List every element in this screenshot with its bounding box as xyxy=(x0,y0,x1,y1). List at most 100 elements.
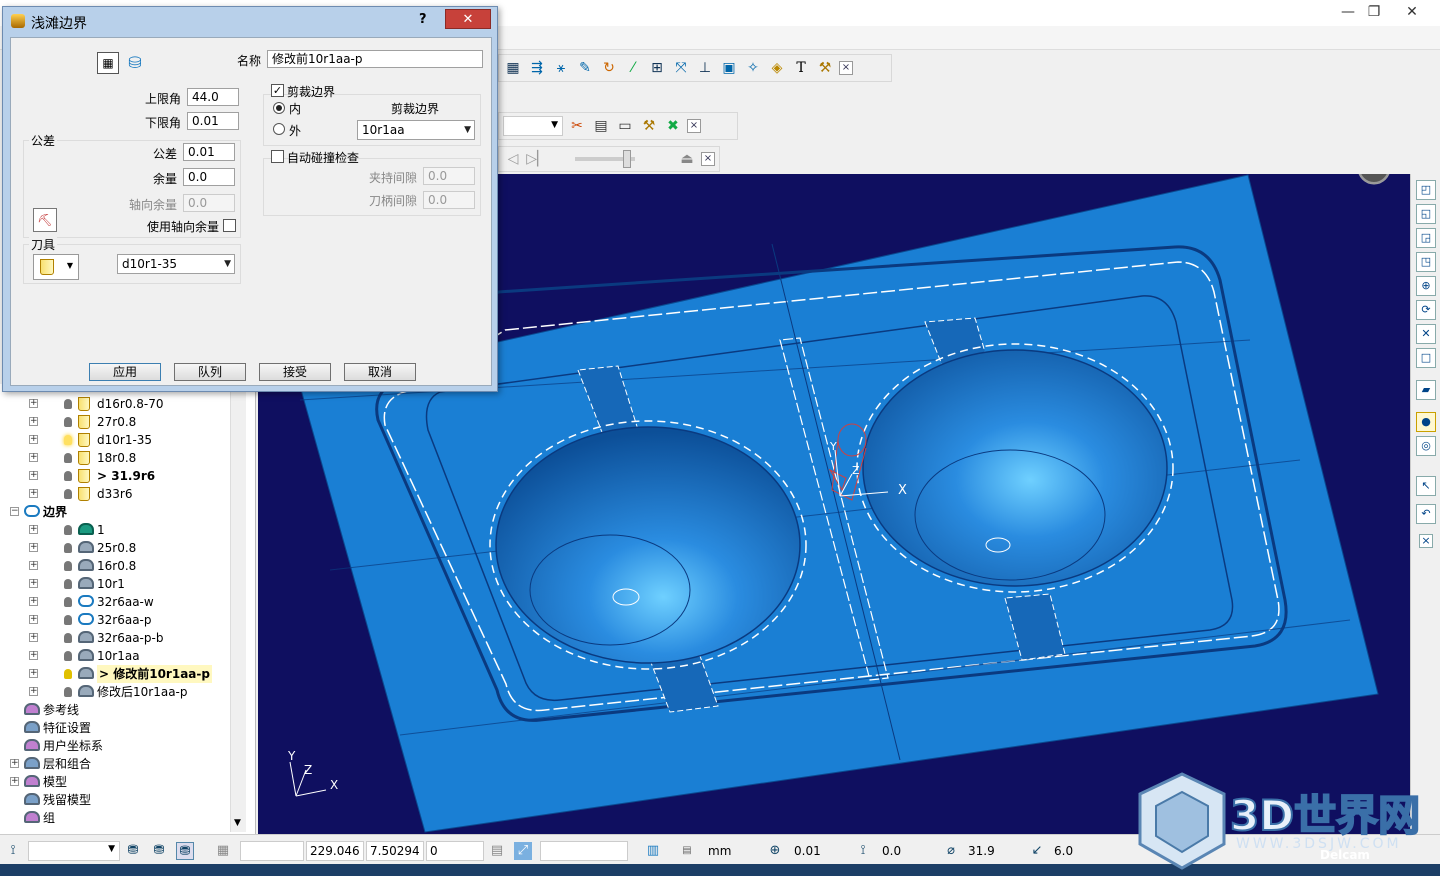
inside-radio[interactable] xyxy=(273,102,285,114)
tool-icon[interactable]: ⚒ xyxy=(815,58,835,78)
grid-icon[interactable]: ⊞ xyxy=(647,58,667,78)
snap-icon[interactable]: ⤢ xyxy=(514,842,532,860)
tree-item[interactable]: + 修改后10r1aa-p xyxy=(0,683,228,701)
accept-button[interactable]: 接受 xyxy=(259,363,331,381)
apply-button[interactable]: 应用 xyxy=(89,363,161,381)
pattern-icon[interactable]: ⚹ xyxy=(551,58,571,78)
select-cursor-icon[interactable]: ↖ xyxy=(1416,476,1436,496)
view-side-icon[interactable]: ◲ xyxy=(1416,228,1436,248)
tree-expand-icon[interactable]: + xyxy=(29,597,38,606)
name-field[interactable]: 修改前10r1aa-p xyxy=(267,50,483,68)
visibility-bulb-icon[interactable] xyxy=(64,417,72,427)
star-icon[interactable]: ✧ xyxy=(743,58,763,78)
queue-button[interactable]: 队列 xyxy=(174,363,246,381)
visibility-bulb-icon[interactable] xyxy=(64,399,72,409)
tree-expand-icon[interactable]: + xyxy=(29,543,38,552)
tree-expand-icon[interactable]: + xyxy=(29,453,38,462)
visibility-bulb-icon[interactable] xyxy=(64,525,72,535)
block-icon[interactable]: ▣ xyxy=(719,58,739,78)
cancel-button[interactable]: 取消 xyxy=(344,363,416,381)
minimize-button[interactable]: — xyxy=(1334,2,1362,22)
tree-expand-icon[interactable]: + xyxy=(29,687,38,696)
view-toolbar-close-icon[interactable]: × xyxy=(1419,534,1433,548)
tree-item[interactable]: +用户坐标系 xyxy=(0,737,228,755)
tree-item[interactable]: + d16r0.8-70 xyxy=(0,395,228,413)
tree-expand-icon[interactable]: + xyxy=(29,525,38,534)
tool-holder-icon[interactable]: ⚒ xyxy=(639,116,659,136)
table-icon[interactable]: ▤ xyxy=(488,842,506,860)
toolbar-close-icon[interactable]: × xyxy=(839,61,853,75)
collision-icon[interactable]: ✖ xyxy=(663,116,683,136)
tree-expand-icon[interactable]: + xyxy=(29,435,38,444)
visibility-bulb-icon[interactable] xyxy=(64,579,72,589)
tree-scrollbar[interactable]: ▼ xyxy=(230,392,246,832)
tree-item[interactable]: + 模型 xyxy=(0,773,228,791)
view-iso-icon[interactable]: ◰ xyxy=(1416,180,1436,200)
view-fit-icon[interactable]: ✕ xyxy=(1416,324,1436,344)
grid-icon[interactable]: ▦ xyxy=(214,842,232,860)
shank-clearance-field[interactable]: 0.0 xyxy=(423,191,475,209)
tree-item[interactable]: +16r0.8 xyxy=(0,557,228,575)
visibility-bulb-icon[interactable] xyxy=(64,435,72,445)
tree-expand-icon[interactable]: + xyxy=(29,561,38,570)
toolbar-combo[interactable]: ▼ xyxy=(503,116,563,136)
ruler-icon[interactable]: ▭ xyxy=(615,116,635,136)
tree-item[interactable]: + 层和组合 xyxy=(0,755,228,773)
tree-item[interactable]: +1 xyxy=(0,521,228,539)
view-top-icon[interactable]: ◳ xyxy=(1416,252,1436,272)
text-icon[interactable]: T xyxy=(791,58,811,78)
y-coordinate-field[interactable]: 7.50294 xyxy=(366,841,424,861)
undo-select-icon[interactable]: ↶ xyxy=(1416,504,1436,524)
model-select-icon[interactable]: ⛃ xyxy=(124,842,142,860)
tree-expand-icon[interactable]: + xyxy=(29,399,38,408)
visibility-bulb-icon[interactable] xyxy=(64,561,72,571)
visibility-bulb-icon[interactable] xyxy=(64,597,72,607)
tree-item[interactable]: + d33r6 xyxy=(0,485,228,503)
tree-item[interactable]: +组 xyxy=(0,809,228,827)
thickness-settings-icon[interactable]: ⛏ xyxy=(33,208,57,232)
axis-toggle-icon[interactable]: ▥ xyxy=(644,842,662,860)
visibility-bulb-icon[interactable] xyxy=(64,489,72,499)
eject-icon[interactable]: ⏏ xyxy=(677,149,697,169)
maximize-button[interactable]: ❐ xyxy=(1360,2,1388,22)
boundary-type-icon[interactable]: ⛁ xyxy=(124,52,146,74)
delete-toolpath-icon[interactable]: ✂ xyxy=(567,116,587,136)
toolpath-icon[interactable]: ⇶ xyxy=(527,58,547,78)
tree-item[interactable]: + > 修改前10r1aa-p xyxy=(0,665,228,683)
edit-icon[interactable]: ✎ xyxy=(575,58,595,78)
shaded-icon[interactable]: ▰ xyxy=(1416,380,1436,400)
visibility-bulb-icon[interactable] xyxy=(64,633,72,643)
tree-item[interactable]: +参考线 xyxy=(0,701,228,719)
tree-item[interactable]: + > 31.9r6 xyxy=(0,467,228,485)
view-refresh-icon[interactable]: ⟳ xyxy=(1416,300,1436,320)
tree-item[interactable]: +残留模型 xyxy=(0,791,228,809)
tree-expand-icon[interactable]: + xyxy=(29,579,38,588)
tree-item[interactable]: +32r6aa-p xyxy=(0,611,228,629)
tree-expand-icon[interactable]: + xyxy=(29,669,38,678)
tree-expand-icon[interactable]: + xyxy=(29,615,38,624)
upper-angle-field[interactable]: 44.0 xyxy=(187,88,239,106)
line-icon[interactable]: ⁄ xyxy=(623,58,643,78)
sphere-shade-icon[interactable]: ● xyxy=(1416,412,1436,432)
tool-select[interactable]: d10r1-35 ▼ xyxy=(117,254,235,274)
skip-end-icon[interactable]: ▷▏ xyxy=(526,149,548,169)
skip-back-icon[interactable]: ◁ xyxy=(503,149,523,169)
tree-item[interactable]: +25r0.8 xyxy=(0,539,228,557)
toolbar-close-icon[interactable]: × xyxy=(701,152,715,166)
view-box-icon[interactable]: □ xyxy=(1416,348,1436,368)
tree-item[interactable]: +10r1aa xyxy=(0,647,228,665)
use-axial-checkbox[interactable] xyxy=(223,219,236,232)
tolerance-field[interactable]: 0.01 xyxy=(183,143,235,161)
tree-expand-icon[interactable]: + xyxy=(29,471,38,480)
trim-boundary-checkbox[interactable]: ✓ xyxy=(271,84,284,97)
tool-type-button[interactable]: ▼ xyxy=(33,254,79,280)
help-button[interactable]: ? xyxy=(419,12,427,27)
dialog-titlebar[interactable]: 浅滩边界 ? ✕ xyxy=(3,7,497,37)
speed-slider[interactable] xyxy=(575,150,635,168)
wireframe-icon[interactable]: ◎ xyxy=(1416,436,1436,456)
visibility-bulb-icon[interactable] xyxy=(64,543,72,553)
x-coordinate-field[interactable]: 229.046 xyxy=(306,841,364,861)
axis-icon[interactable]: ⊥ xyxy=(695,58,715,78)
table-icon[interactable]: ▦ xyxy=(503,58,523,78)
rotate-icon[interactable]: ↻ xyxy=(599,58,619,78)
